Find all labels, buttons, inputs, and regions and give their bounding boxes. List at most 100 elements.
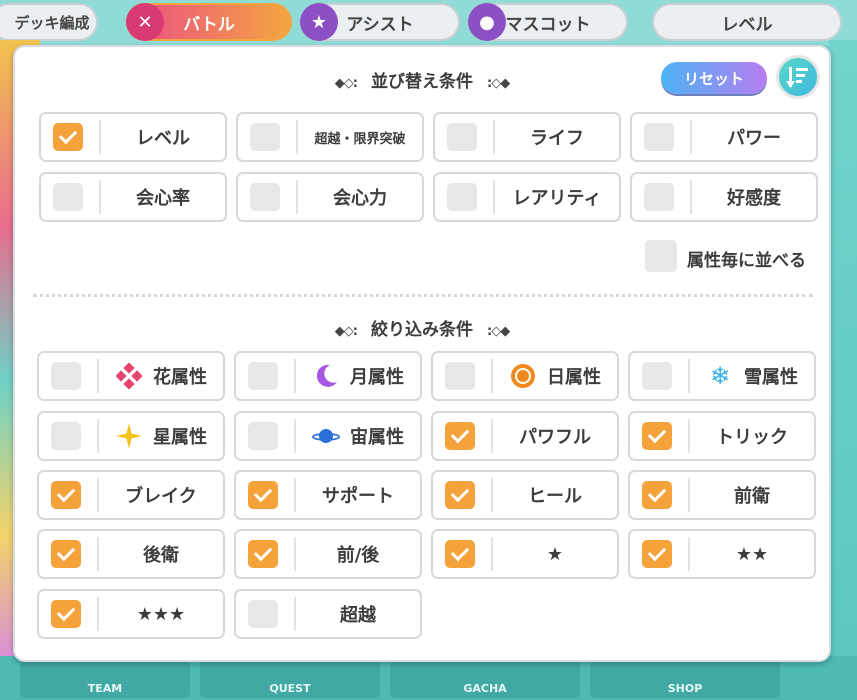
sort-order-icon	[786, 67, 808, 88]
option-label: トリック	[716, 427, 788, 448]
star-icon	[115, 422, 143, 450]
filter-option-back[interactable]: 後衛	[37, 529, 225, 579]
checkbox-icon	[248, 481, 278, 509]
option-content: 月属性	[296, 353, 420, 399]
option-label: 会心率	[136, 188, 190, 209]
nav-quest[interactable]: QUEST	[200, 660, 380, 698]
bottom-nav: TEAM QUEST GACHA SHOP	[0, 656, 857, 700]
reset-button-label: リセット	[683, 69, 744, 88]
sun-icon	[509, 362, 537, 390]
ornament-right-icon: :◇◆	[487, 76, 510, 91]
option-label: ヒール	[528, 486, 582, 507]
filter-option-heal[interactable]: ヒール	[431, 470, 619, 520]
option-label: 会心力	[333, 188, 387, 209]
checkbox-icon	[445, 540, 475, 568]
filter-option-flower[interactable]: 花属性	[37, 351, 225, 401]
checkbox-icon	[445, 362, 475, 390]
sort-option-life[interactable]: ライフ	[433, 112, 621, 162]
background-right-strip	[829, 40, 857, 660]
tab-battle-label: バトル	[183, 14, 235, 35]
checkbox-icon	[250, 183, 280, 211]
filter-option-1star[interactable]: ★	[431, 529, 619, 579]
sort-order-button[interactable]	[776, 55, 820, 99]
nav-shop[interactable]: SHOP	[590, 660, 780, 698]
checkbox-icon	[51, 422, 81, 450]
checkbox-icon	[248, 422, 278, 450]
filter-option-transcend[interactable]: 超越	[234, 589, 422, 639]
tab-level[interactable]: レベル	[652, 3, 842, 41]
nav-gacha[interactable]: GACHA	[390, 660, 580, 698]
option-label: パワフル	[519, 427, 591, 448]
sort-option-crit-power[interactable]: 会心力	[236, 172, 424, 222]
filter-option-moon[interactable]: 月属性	[234, 351, 422, 401]
option-label: 前衛	[734, 486, 770, 507]
filter-option-sun[interactable]: 日属性	[431, 351, 619, 401]
checkbox-icon	[250, 123, 280, 151]
filter-option-support[interactable]: サポート	[234, 470, 422, 520]
option-label: 花属性	[153, 367, 207, 388]
checkbox-icon	[53, 123, 83, 151]
tab-assist-label: アシスト	[346, 14, 414, 35]
filter-option-2star[interactable]: ★★	[628, 529, 816, 579]
ornament-right-icon: :◇◆	[487, 324, 510, 339]
checkbox-icon	[642, 481, 672, 509]
tab-deck[interactable]: デッキ編成	[0, 3, 98, 41]
filter-option-snow[interactable]: ❄ 雪属性	[628, 351, 816, 401]
option-label: 好感度	[727, 188, 781, 209]
sort-option-power[interactable]: パワー	[630, 112, 818, 162]
sort-option-level[interactable]: レベル	[39, 112, 227, 162]
filter-title-text: 絞り込み条件	[371, 320, 473, 340]
filter-option-break[interactable]: ブレイク	[37, 470, 225, 520]
option-label: 月属性	[350, 367, 404, 388]
checkbox-icon	[644, 183, 674, 211]
filter-option-star-attr[interactable]: 星属性	[37, 411, 225, 461]
checkbox-icon	[248, 600, 278, 628]
nav-gacha-label: GACHA	[463, 682, 507, 695]
checkbox-icon	[51, 481, 81, 509]
group-by-attribute-checkbox[interactable]	[645, 240, 677, 272]
checkbox-icon	[642, 540, 672, 568]
option-label: ★★	[735, 543, 769, 565]
option-label: レベル	[136, 128, 190, 149]
filter-option-3star[interactable]: ★★★	[37, 589, 225, 639]
option-label: ライフ	[530, 128, 584, 149]
snowflake-icon: ❄	[709, 362, 731, 390]
filter-option-space[interactable]: 宙属性	[234, 411, 422, 461]
option-label: 後衛	[143, 545, 179, 566]
checkbox-icon	[248, 540, 278, 568]
checkbox-icon	[644, 123, 674, 151]
tab-mascot-label: マスコット	[505, 14, 591, 35]
sort-option-rarity[interactable]: レアリティ	[433, 172, 621, 222]
nav-team[interactable]: TEAM	[20, 660, 190, 698]
option-label: 星属性	[153, 427, 207, 448]
checkbox-icon	[51, 362, 81, 390]
sort-option-crit-rate[interactable]: 会心率	[39, 172, 227, 222]
tab-level-label: レベル	[721, 14, 773, 35]
option-content: 宙属性	[296, 413, 420, 459]
checkbox-icon	[51, 540, 81, 568]
flower-icon	[115, 362, 143, 390]
section-divider	[33, 294, 813, 297]
planet-icon	[312, 422, 340, 450]
moon-icon	[312, 362, 340, 390]
tab-mascot[interactable]: ● マスコット	[468, 3, 628, 41]
option-label: 超越・限界突破	[314, 131, 406, 147]
sort-option-affection[interactable]: 好感度	[630, 172, 818, 222]
filter-option-front-back[interactable]: 前/後	[234, 529, 422, 579]
option-label: ★★★	[136, 603, 186, 625]
filter-section-title: ◆◇: 絞り込み条件 :◇◆	[15, 315, 829, 340]
filter-option-trick[interactable]: トリック	[628, 411, 816, 461]
tab-battle[interactable]: ✕ バトル	[126, 3, 292, 41]
option-label: レアリティ	[512, 188, 602, 209]
option-label: 超越	[340, 605, 376, 626]
option-label: 前/後	[336, 545, 380, 566]
filter-option-powerful[interactable]: パワフル	[431, 411, 619, 461]
reset-button[interactable]: リセット	[661, 62, 767, 94]
star-badge-icon: ★	[300, 3, 338, 41]
tab-deck-label: デッキ編成	[14, 13, 90, 32]
tab-assist[interactable]: ★ アシスト	[300, 3, 460, 41]
sort-option-limit-break[interactable]: 超越・限界突破	[236, 112, 424, 162]
filter-option-front[interactable]: 前衛	[628, 470, 816, 520]
ornament-left-icon: ◆◇:	[334, 324, 358, 339]
swords-icon: ✕	[126, 3, 164, 41]
